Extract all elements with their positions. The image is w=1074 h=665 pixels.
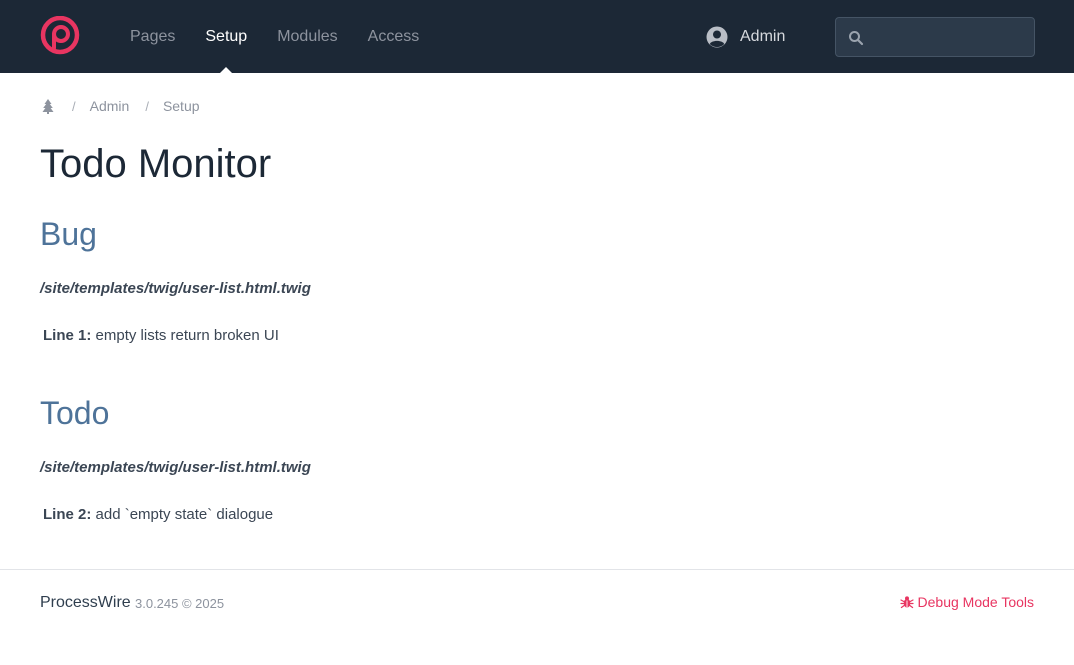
line-text: add `empty state` dialogue [91, 506, 274, 523]
nav-access[interactable]: Access [368, 0, 420, 73]
breadcrumb-separator: / [145, 98, 149, 114]
search-input[interactable] [872, 18, 1030, 56]
tree-icon[interactable] [40, 98, 56, 114]
line-label: Line 1: [43, 327, 92, 344]
breadcrumb-setup[interactable]: Setup [163, 98, 200, 114]
nav-modules[interactable]: Modules [277, 0, 337, 73]
bug-icon [899, 596, 914, 609]
line-label: Line 2: [43, 506, 92, 523]
user-menu[interactable]: Admin [706, 0, 785, 73]
footer-brand-link[interactable]: ProcessWire [40, 594, 131, 612]
search-box[interactable] [835, 17, 1035, 57]
processwire-logo-icon[interactable] [40, 16, 80, 56]
top-nav: Pages Setup Modules Access [130, 0, 449, 73]
user-label: Admin [740, 27, 786, 45]
section-title-todo: Todo [40, 395, 110, 431]
debug-mode-tools-link[interactable]: Debug Mode Tools [899, 594, 1034, 610]
file-path: /site/templates/twig/user-list.html.twig [40, 459, 311, 476]
list-item: Line 1: empty lists return broken UI [43, 326, 279, 346]
footer: ProcessWire 3.0.245 © 2025 Debug Mode To… [0, 569, 1074, 665]
masthead: Pages Setup Modules Access Admin [0, 0, 1074, 73]
nav-setup[interactable]: Setup [205, 0, 247, 73]
footer-version: 3.0.245 © 2025 [135, 596, 225, 611]
section-title-bug: Bug [40, 216, 97, 252]
breadcrumb: / Admin / Setup [40, 97, 200, 115]
debug-mode-tools-label: Debug Mode Tools [917, 594, 1034, 610]
list-item: Line 2: add `empty state` dialogue [43, 505, 273, 525]
page-title: Todo Monitor [40, 142, 272, 186]
nav-pages[interactable]: Pages [130, 0, 175, 73]
search-icon [849, 31, 864, 46]
breadcrumb-admin[interactable]: Admin [90, 98, 130, 114]
line-text: empty lists return broken UI [91, 327, 279, 344]
file-path: /site/templates/twig/user-list.html.twig [40, 280, 311, 297]
user-circle-icon [706, 26, 728, 47]
breadcrumb-separator: / [72, 98, 76, 114]
